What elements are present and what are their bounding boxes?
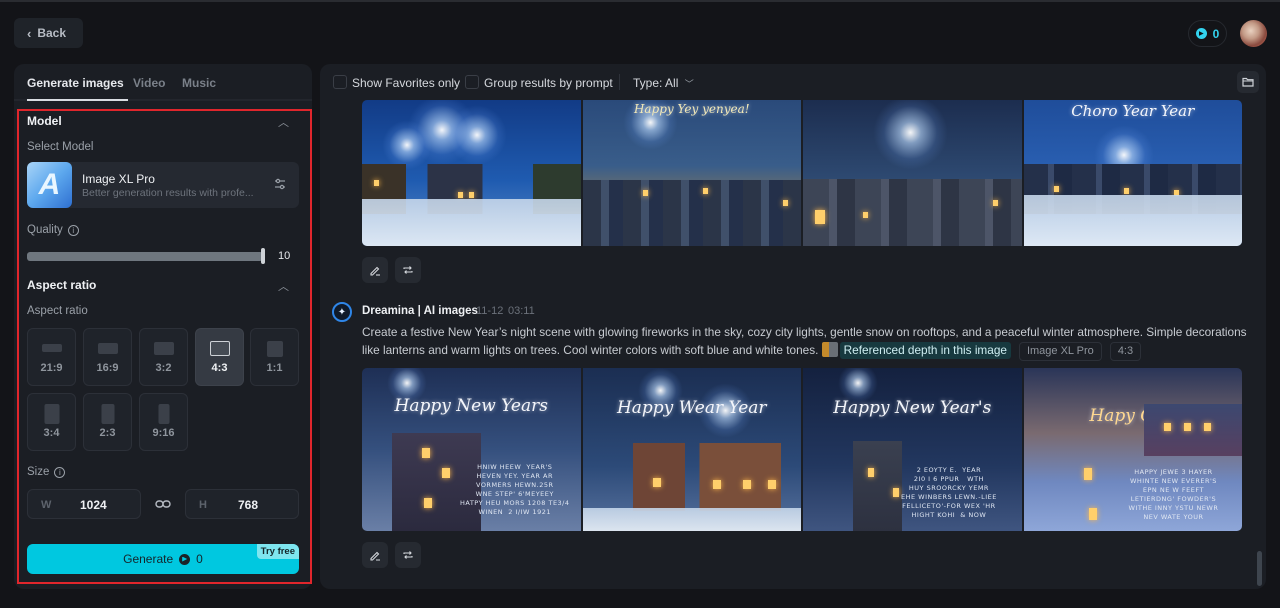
credit-coin-icon: [179, 553, 191, 565]
pencil-icon: [370, 266, 380, 276]
info-icon[interactable]: i: [54, 466, 66, 478]
ratio-shape-icon: [266, 341, 283, 357]
ratio-shape-icon: [44, 404, 59, 424]
group-by-prompt-label[interactable]: Group results by prompt: [484, 76, 613, 90]
author-name: Dreamina | AI images: [362, 305, 478, 317]
ratio-option-21-9[interactable]: 21:9: [27, 328, 76, 386]
edit-button[interactable]: [362, 542, 388, 568]
aspect-ratio-label: Aspect ratio: [27, 305, 88, 317]
back-button[interactable]: ‹ Back: [14, 18, 83, 48]
aspect-section-title: Aspect ratio: [27, 278, 97, 292]
ratio-shape-icon: [41, 344, 62, 352]
edit-button[interactable]: [362, 257, 388, 283]
image-grid-group-2: Happy New Years HNIW HEEW YEAR'S HEVEN Y…: [362, 368, 1242, 531]
ratio-option-3-4[interactable]: 3:4: [27, 393, 76, 451]
results-scrollbar[interactable]: [1257, 551, 1262, 586]
generated-image[interactable]: Happy Wear Year: [582, 368, 801, 531]
generated-image[interactable]: [362, 100, 581, 246]
ratio-shape-icon: [158, 404, 169, 424]
regenerate-button[interactable]: [395, 257, 421, 283]
group-by-prompt-checkbox[interactable]: [465, 75, 479, 89]
active-tab-indicator: [27, 99, 128, 101]
results-toolbar: Show Favorites only Group results by pro…: [320, 64, 1266, 100]
mode-tabs: Generate images Video Music: [14, 64, 312, 101]
ratio-option-9-16[interactable]: 9:16: [139, 393, 188, 451]
tab-generate-images[interactable]: Generate images: [27, 76, 124, 90]
generated-image[interactable]: Happy New Year's 2 EOYTY E. YEAR 2I0 I 6…: [803, 368, 1022, 531]
ratio-option-3-2[interactable]: 3:2: [139, 328, 188, 386]
ratio-tag: 4:3: [1109, 342, 1142, 361]
generated-image[interactable]: Hapy Ovit HAPPY JEWE 3 HAYER WHINTE NEW …: [1023, 368, 1242, 531]
folder-icon: [1242, 77, 1254, 87]
tab-video[interactable]: Video: [133, 76, 165, 90]
credits-count: 0: [1212, 26, 1220, 41]
generated-image[interactable]: Choro Year Year: [1023, 100, 1242, 246]
quality-slider-thumb[interactable]: [261, 248, 265, 264]
favorites-label[interactable]: Show Favorites only: [352, 76, 460, 90]
generated-image[interactable]: Happy New Years HNIW HEEW YEAR'S HEVEN Y…: [362, 368, 581, 531]
reference-thumbnail-icon: [821, 342, 838, 357]
chevron-down-icon: ﹀: [684, 79, 694, 89]
image-grid-group-1: Happy Yey yenyea! Choro Year Year: [362, 100, 1242, 246]
ratio-option-1-1[interactable]: 1:1: [250, 328, 299, 386]
favorites-checkbox[interactable]: [333, 75, 347, 89]
reference-chip[interactable]: Referenced depth in this image: [839, 342, 1011, 359]
results-panel: Show Favorites only Group results by pro…: [320, 64, 1266, 589]
model-description: Better generation results with profe...: [82, 187, 254, 199]
quality-slider[interactable]: [27, 252, 263, 261]
post-date: 11-12: [476, 305, 504, 317]
post-time: 03:11: [508, 305, 535, 317]
size-label: Size i: [27, 466, 66, 478]
select-model-label: Select Model: [27, 141, 94, 153]
generated-image[interactable]: [803, 100, 1022, 246]
credit-coin-icon: [1195, 28, 1207, 39]
sliders-icon[interactable]: [273, 177, 287, 191]
ratio-shape-icon: [209, 341, 230, 356]
pencil-icon: [370, 551, 380, 561]
info-icon[interactable]: i: [67, 224, 79, 236]
width-input[interactable]: W 1024: [27, 489, 141, 519]
model-name: Image XL Pro: [82, 172, 155, 186]
model-logo-icon: A: [27, 162, 72, 208]
credits-badge[interactable]: 0: [1188, 20, 1227, 47]
prompt-text: Create a festive New Year’s night scene …: [362, 323, 1247, 361]
ratio-option-2-3[interactable]: 2:3: [83, 393, 132, 451]
ratio-shape-icon: [101, 404, 114, 424]
ratio-shape-icon: [97, 343, 118, 354]
link-dimensions-icon[interactable]: [155, 497, 171, 511]
tab-music[interactable]: Music: [182, 76, 216, 90]
collapse-model-icon[interactable]: ︿: [278, 114, 289, 130]
model-section-title: Model: [27, 114, 62, 128]
height-input[interactable]: H 768: [185, 489, 299, 519]
ratio-option-4-3[interactable]: 4:3: [195, 328, 244, 386]
folder-button[interactable]: [1237, 71, 1259, 93]
avatar[interactable]: [1240, 20, 1267, 47]
dreamina-avatar-icon: ✦: [332, 302, 352, 322]
generated-image[interactable]: Happy Yey yenyea!: [582, 100, 801, 246]
repeat-icon: [403, 266, 413, 274]
generation-sidebar: Generate images Video Music Model ︿ Sele…: [14, 64, 312, 589]
quality-value: 10: [278, 250, 291, 262]
try-free-badge: Try free: [256, 544, 299, 559]
model-selector[interactable]: A Image XL Pro Better generation results…: [27, 162, 299, 208]
top-border: [0, 0, 1280, 2]
generate-button[interactable]: Generate 0 Try free: [27, 544, 299, 574]
back-label: Back: [37, 26, 67, 40]
chevron-left-icon: ‹: [27, 25, 32, 41]
model-tag: Image XL Pro: [1018, 342, 1102, 361]
regenerate-button[interactable]: [395, 542, 421, 568]
repeat-icon: [403, 551, 413, 559]
collapse-aspect-icon[interactable]: ︿: [278, 278, 289, 294]
toolbar-divider: [619, 74, 620, 90]
quality-label: Quality i: [27, 224, 79, 236]
type-filter-dropdown[interactable]: Type: All ﹀: [633, 76, 694, 90]
ratio-shape-icon: [153, 342, 174, 355]
ratio-option-16-9[interactable]: 16:9: [83, 328, 132, 386]
